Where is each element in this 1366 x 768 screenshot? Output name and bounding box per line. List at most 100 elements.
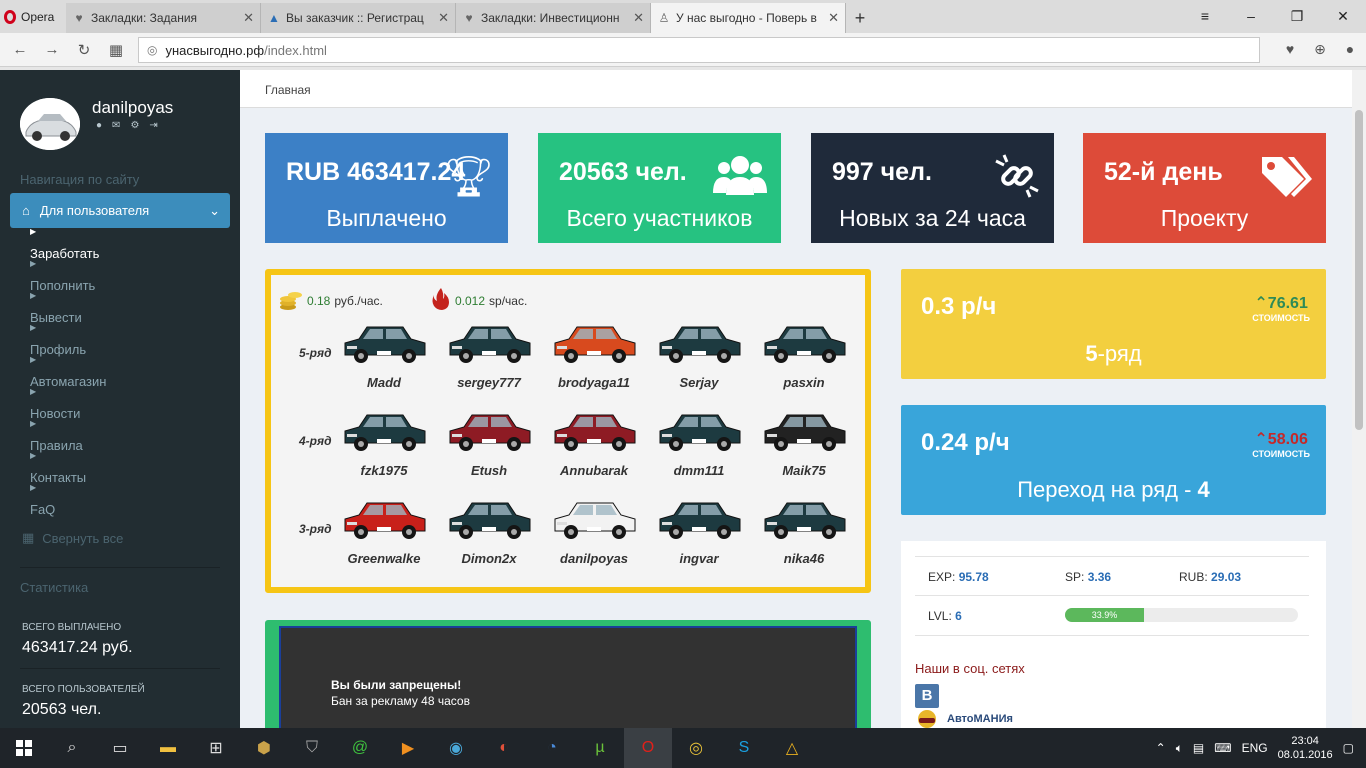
reload-icon[interactable]: ↻	[68, 41, 100, 59]
divider	[915, 556, 1309, 557]
lvl-value: 6	[955, 609, 962, 623]
sidebar-item-faq[interactable]: ▶ FaQ	[30, 483, 106, 525]
network-icon[interactable]: ▤	[1193, 741, 1204, 755]
media-player-icon[interactable]: ▶	[384, 728, 432, 768]
car-owner-name: Annubarak	[560, 463, 628, 478]
app-triangle-icon[interactable]: △	[768, 728, 816, 768]
browser-tab[interactable]: ♥ Закладки: Задания ✕	[66, 3, 261, 33]
browser-tab-active[interactable]: ♙ У нас выгодно - Поверь в ✕	[651, 3, 846, 33]
close-tab-icon[interactable]: ✕	[243, 10, 254, 26]
car-image[interactable]	[444, 403, 534, 455]
gear-icon[interactable]: ⚙	[130, 120, 139, 131]
next-row-rate: 0.24 р/ч	[921, 429, 1010, 456]
close-tab-icon[interactable]: ✕	[828, 10, 839, 26]
world-of-tanks-icon[interactable]: ⛉	[288, 728, 336, 768]
network-app-icon[interactable]: ◉	[432, 728, 480, 768]
car-image[interactable]	[549, 491, 639, 543]
avatar	[20, 98, 80, 150]
back-icon[interactable]: ←	[4, 41, 36, 58]
row-cost[interactable]: ⌃76.61 СТОИМОСТЬ	[1252, 293, 1310, 323]
utorrent-icon[interactable]: µ	[576, 728, 624, 768]
car-image[interactable]	[444, 315, 534, 367]
search-icon[interactable]: ⌕	[48, 728, 96, 768]
new-tab-button[interactable]: +	[846, 3, 874, 33]
opera-taskbar-icon[interactable]: O	[624, 728, 672, 768]
grid-icon: ▦	[22, 530, 35, 545]
minimize-icon[interactable]: –	[1228, 0, 1274, 32]
car-image[interactable]	[549, 403, 639, 455]
bookmark-heart-icon[interactable]: ♥	[1280, 39, 1300, 59]
next-row-number: 4	[1197, 477, 1210, 502]
browser-tab[interactable]: ▲ Вы заказчик :: Регистрац ✕	[261, 3, 456, 33]
sidebar-group-users[interactable]: ⌂ Для пользователя ⌄	[10, 193, 230, 228]
file-explorer-icon[interactable]: ▬	[144, 728, 192, 768]
volume-icon[interactable]: 🔈︎	[1176, 741, 1183, 756]
ban-panel: Вы были запрещены! Бан за рекламу 48 час…	[265, 620, 871, 728]
collapse-all-label: Свернуть все	[42, 530, 124, 546]
tab-menu-icon[interactable]: ≡	[1182, 0, 1228, 32]
user-icon[interactable]: ●	[96, 120, 102, 131]
close-tab-icon[interactable]: ✕	[438, 10, 449, 26]
skype-icon[interactable]: S	[720, 728, 768, 768]
stats-heading: Статистика	[20, 580, 89, 595]
taskbar: ⌕ ▭ ▬ ⊞ ⬢ ⛉ @ ▶ ◉ ◐ ◔ µ O ◎ S △ ⌃ 🔈︎ ▤ ⌨…	[0, 728, 1366, 768]
car-image[interactable]	[339, 491, 429, 543]
car-image[interactable]	[759, 315, 849, 367]
close-window-icon[interactable]: ✕	[1320, 0, 1366, 32]
walker-icon: ♙	[658, 11, 670, 25]
site-info-icon[interactable]: ◎	[147, 43, 157, 57]
task-view-icon[interactable]: ▭	[96, 728, 144, 768]
car-image[interactable]	[759, 403, 849, 455]
automania-logo-icon[interactable]	[915, 709, 939, 728]
windows-start-icon[interactable]	[0, 728, 48, 768]
collapse-all-button[interactable]: ▦ Свернуть все	[22, 530, 123, 546]
car-owner-name: Dimon2x	[461, 551, 517, 566]
keyboard-icon[interactable]: ⌨	[1214, 741, 1231, 755]
logout-icon[interactable]: ⇥	[149, 120, 157, 131]
language-indicator[interactable]: ENG	[1242, 741, 1268, 755]
link-icon	[994, 153, 1040, 209]
lvl-label: LVL:	[928, 609, 952, 623]
car-image[interactable]	[549, 315, 639, 367]
car-image[interactable]	[339, 315, 429, 367]
car-owner-name: Madd	[367, 375, 401, 390]
account-icon[interactable]: ●	[1340, 39, 1360, 59]
sp-label: SP:	[1065, 570, 1085, 584]
speed-dial-icon[interactable]: ▦	[100, 41, 132, 59]
chrome-icon[interactable]: ◎	[672, 728, 720, 768]
scrollbar-thumb[interactable]	[1355, 110, 1363, 430]
next-row-caption: Переход на ряд - 4	[901, 477, 1326, 503]
automania-link[interactable]: АвтоМАНИя	[947, 713, 1013, 725]
username: danilpoyas	[92, 98, 174, 117]
at-mail-icon[interactable]: @	[336, 728, 384, 768]
row-caption: 5-ряд	[901, 341, 1326, 367]
car-image[interactable]	[759, 491, 849, 543]
car-image[interactable]	[444, 491, 534, 543]
url-field[interactable]: ◎ унасвыгодно.рф/index.html	[138, 37, 1260, 63]
vk-icon[interactable]: B	[915, 684, 939, 708]
notifications-icon[interactable]: ▢	[1343, 741, 1354, 755]
car-owner-name: Greenwalke	[347, 551, 421, 566]
maximize-icon[interactable]: ❐	[1274, 0, 1320, 32]
clock[interactable]: 23:04 08.01.2016	[1278, 734, 1333, 762]
breadcrumb-home[interactable]: Главная	[265, 83, 311, 97]
car-image[interactable]	[654, 491, 744, 543]
exp-label: EXP:	[928, 570, 956, 584]
car-image[interactable]	[654, 315, 744, 367]
page-scrollbar[interactable]	[1352, 70, 1366, 728]
close-tab-icon[interactable]: ✕	[633, 10, 644, 26]
mail-icon[interactable]: ✉	[112, 120, 120, 131]
opera-menu-button[interactable]: Opera	[0, 0, 66, 33]
ccleaner-icon[interactable]: ◐	[480, 728, 528, 768]
next-row-box[interactable]: 0.24 р/ч ⌃58.06 СТОИМОСТЬ Переход на ряд…	[901, 405, 1326, 515]
car-image[interactable]	[654, 403, 744, 455]
browser-tab[interactable]: ♥ Закладки: Инвестиционн ✕	[456, 3, 651, 33]
app-c-icon[interactable]: ◔	[528, 728, 576, 768]
chevron-up-icon[interactable]: ⌃	[1156, 741, 1166, 755]
forward-icon[interactable]: →	[36, 41, 68, 58]
next-row-cost[interactable]: ⌃58.06 СТОИМОСТЬ	[1252, 429, 1310, 459]
download-icon[interactable]: ⊕	[1310, 39, 1330, 59]
car-image[interactable]	[339, 403, 429, 455]
store-icon[interactable]: ⊞	[192, 728, 240, 768]
game-hon-icon[interactable]: ⬢	[240, 728, 288, 768]
